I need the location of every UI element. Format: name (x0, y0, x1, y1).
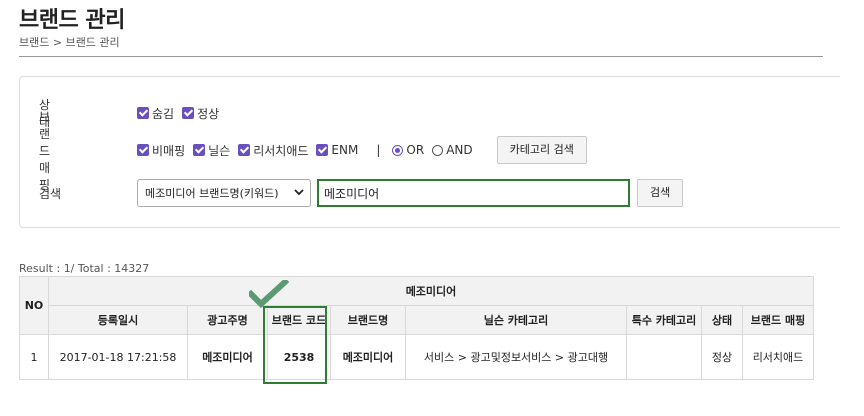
mapping-nielsen-checkbox[interactable]: 닐슨 (193, 142, 230, 159)
brand-table: NO 메조미디어 등록일시 광고주명 브랜드 코드 브랜드명 닐슨 카테고리 특… (19, 276, 814, 380)
status-options: 숨김 정상 (137, 105, 227, 122)
cell-status: 정상 (701, 334, 743, 380)
group-header: 메조미디어 (48, 276, 814, 306)
mapping-separator: | (376, 143, 381, 157)
search-button[interactable]: 검색 (637, 179, 684, 207)
breadcrumb: 브랜드 > 브랜드 관리 (19, 36, 120, 49)
column-header-special-category: 특수 카테고리 (626, 305, 702, 335)
column-header-brand-code: 브랜드 코드 (267, 305, 331, 335)
radio-unselected-icon (432, 144, 444, 156)
mapping-unmapped-checkbox[interactable]: 비매핑 (137, 142, 185, 159)
column-header-advertiser: 광고주명 (187, 305, 268, 335)
search-input[interactable]: 메조미디어 (317, 179, 630, 207)
table-row[interactable]: 1 2017-01-18 17:21:58 메조미디어 2538 메조미디어 서… (19, 334, 814, 380)
column-header-date: 등록일시 (48, 305, 188, 335)
cell-brand-code: 2538 (267, 334, 331, 380)
cell-nielsen-category: 서비스 > 광고및정보서비스 > 광고대행 (405, 334, 627, 380)
cell-special-category (626, 334, 702, 380)
table-group-header-row: NO 메조미디어 (19, 276, 814, 335)
brand-management-page: 브랜드 관리 브랜드 > 브랜드 관리 상태 숨김 정상 브랜드 매핑 비매핑 … (0, 0, 864, 416)
column-header-brand-name: 브랜드명 (330, 305, 406, 335)
checkbox-checked-icon (238, 144, 251, 156)
logic-and-radio[interactable]: AND (432, 143, 473, 157)
checkbox-checked-icon (193, 144, 206, 156)
cell-brand-name: 메조미디어 (330, 334, 406, 380)
result-summary: Result : 1/ Total : 14327 (19, 262, 150, 275)
search-type-select[interactable]: 메조미디어 브랜드명(키워드) (137, 179, 311, 207)
no-column-header: NO (19, 276, 49, 335)
category-search-button[interactable]: 카테고리 검색 (496, 136, 587, 164)
status-normal-checkbox[interactable]: 정상 (182, 105, 219, 122)
mapping-options: 비매핑 닐슨 리서치애드 ENM | OR AND 카테고리 검색 (137, 136, 587, 164)
table-column-header-row: 등록일시 광고주명 브랜드 코드 브랜드명 닐슨 카테고리 특수 카테고리 상태… (20, 305, 814, 335)
cell-advertiser: 메조미디어 (187, 334, 268, 380)
search-row: 검색 메조미디어 브랜드명(키워드) 메조미디어 검색 (20, 178, 840, 208)
filter-panel: 상태 숨김 정상 브랜드 매핑 비매핑 닐슨 리서치애드 ENM | OR AN… (19, 76, 840, 228)
title-divider (19, 56, 823, 57)
checkbox-checked-icon (137, 107, 149, 119)
logic-or-radio[interactable]: OR (392, 143, 424, 157)
cell-brand-mapping: 리서치애드 (742, 334, 814, 380)
radio-selected-icon (392, 144, 404, 156)
cell-date: 2017-01-18 17:21:58 (48, 334, 188, 380)
mapping-researchad-checkbox[interactable]: 리서치애드 (238, 142, 308, 159)
chevron-down-icon (294, 187, 304, 200)
page-title: 브랜드 관리 (19, 8, 125, 33)
mapping-enm-checkbox[interactable]: ENM (316, 143, 358, 157)
checkbox-checked-icon (137, 144, 149, 156)
cell-no: 1 (19, 334, 49, 380)
checkbox-checked-icon (182, 107, 195, 119)
column-header-nielsen-category: 닐슨 카테고리 (405, 305, 627, 335)
status-hidden-checkbox[interactable]: 숨김 (137, 105, 174, 122)
checkbox-checked-icon (316, 144, 329, 156)
search-label: 검색 (39, 186, 62, 201)
column-header-brand-mapping: 브랜드 매핑 (742, 305, 814, 335)
column-header-status: 상태 (701, 305, 743, 335)
checkmark-icon (246, 277, 290, 309)
